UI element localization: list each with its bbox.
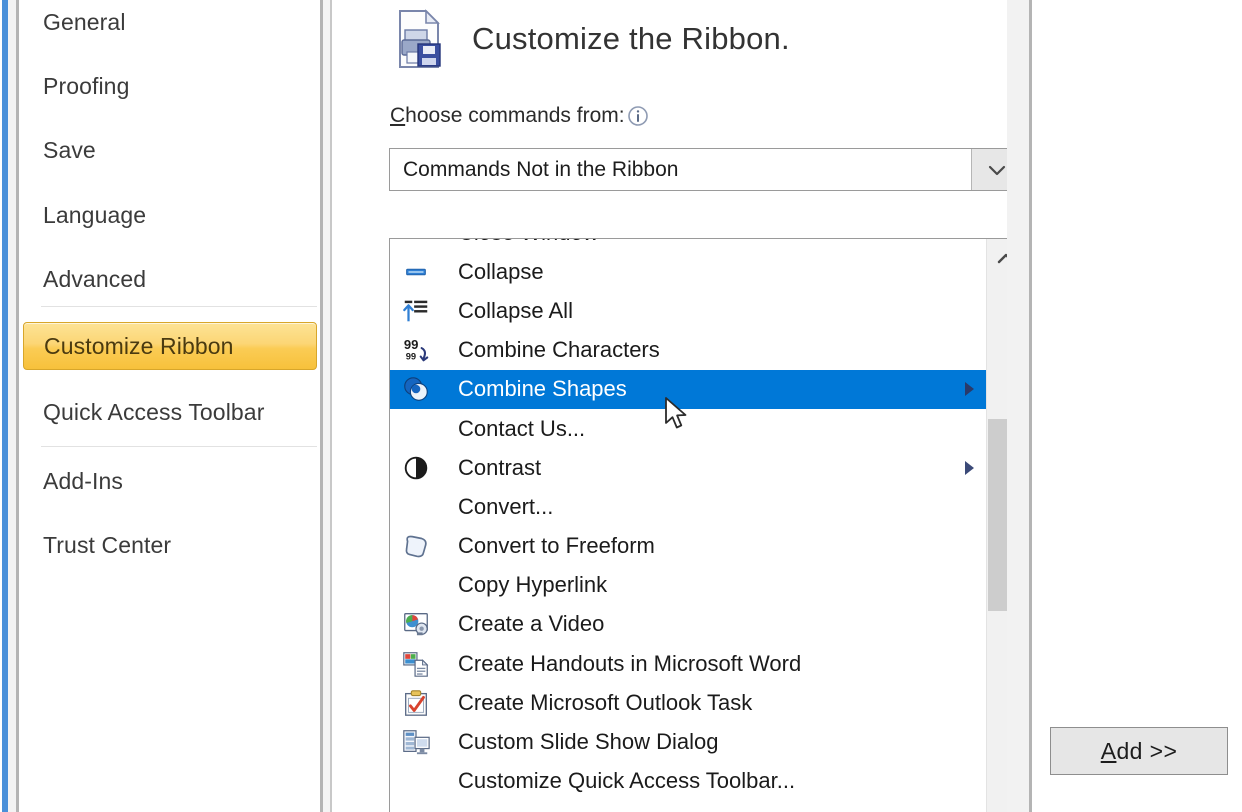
sidebar-item-label: Advanced <box>43 265 147 292</box>
sidebar-item-label: Trust Center <box>43 531 172 558</box>
sidebar-item-label: Save <box>43 136 96 163</box>
sidebar-item-label: General <box>43 8 126 35</box>
choose-commands-label: Choose commands from: <box>390 104 625 128</box>
sidebar-item-trust-center[interactable]: Trust Center <box>23 523 320 567</box>
add-button-label: dd >> <box>1116 737 1178 764</box>
commands-listbox[interactable]: Close Window Collapse Collapse All 9999 Comb… <box>389 238 1025 812</box>
list-item-label: Create Microsoft Outlook Task <box>458 689 753 715</box>
list-item-label: Contrast <box>458 454 542 480</box>
customize-ribbon-pane: Customize the Ribbon. Choose commands fr… <box>332 0 1242 812</box>
create-video-icon <box>395 608 437 640</box>
sidebar-item-proofing[interactable]: Proofing <box>23 64 320 108</box>
no-icon-placeholder <box>395 491 437 523</box>
choose-commands-from-select[interactable]: Commands Not in the Ribbon <box>389 148 1023 191</box>
sidebar-item-label: Add-Ins <box>43 467 123 494</box>
list-item-label: Combine Shapes <box>458 376 627 402</box>
outlook-task-icon <box>395 687 437 719</box>
list-item-label: Create a Video <box>458 611 605 637</box>
window-edge-filler <box>8 0 16 812</box>
no-icon-placeholder <box>395 413 437 445</box>
add-button[interactable]: Add >> <box>1050 727 1228 775</box>
choose-label-rest: hoose commands from: <box>405 104 625 127</box>
right-rail-border <box>1029 0 1032 812</box>
list-item[interactable]: 99 99 Combine Characters <box>390 331 988 370</box>
convert-to-freeform-icon <box>395 530 437 562</box>
sidebar-separator <box>41 306 317 307</box>
choose-accel-char: C <box>390 104 406 127</box>
no-icon-placeholder <box>395 765 437 797</box>
sidebar-item-language[interactable]: Language <box>23 193 320 237</box>
list-item[interactable]: Collapse All <box>390 291 988 330</box>
list-item[interactable]: Close Window <box>390 239 988 252</box>
right-rail-filler <box>1007 0 1029 812</box>
list-item-label: Combine Characters <box>458 337 660 363</box>
list-item-label: Collapse All <box>458 297 573 323</box>
sidebar-item-label: Language <box>43 201 147 228</box>
list-item-label: Contact Us... <box>458 415 586 441</box>
list-item[interactable]: Contrast <box>390 448 988 487</box>
contrast-icon <box>395 452 437 484</box>
collapse-all-icon <box>395 295 437 327</box>
pane-header: Customize the Ribbon. <box>390 8 790 70</box>
svg-text:99: 99 <box>406 352 416 362</box>
list-item[interactable]: Contact Us... <box>390 409 988 448</box>
list-item-label: Customize Quick Access Toolbar... <box>458 768 796 794</box>
list-item-label: Convert to Freeform <box>458 533 655 559</box>
list-item[interactable]: Create Handouts in Microsoft Word <box>390 644 988 683</box>
sidebar-item-advanced[interactable]: Advanced <box>23 257 320 301</box>
list-item[interactable]: Combine Shapes <box>390 369 988 409</box>
list-item[interactable]: Collapse <box>390 252 988 291</box>
add-accel-char: A <box>1100 737 1117 764</box>
save-as-document-icon <box>390 8 450 70</box>
sidebar-item-customize-ribbon[interactable]: Customize Ribbon <box>23 322 317 370</box>
no-icon-placeholder <box>395 569 437 601</box>
choose-commands-label-row: Choose commands from: <box>390 104 649 128</box>
submenu-arrow-icon[interactable] <box>965 460 974 475</box>
combine-shapes-icon <box>395 373 437 405</box>
svg-text:99: 99 <box>404 337 419 352</box>
list-item[interactable]: Create a Video <box>390 605 988 644</box>
select-value: Commands Not in the Ribbon <box>403 157 679 181</box>
list-item[interactable]: Convert... <box>390 487 988 526</box>
list-item[interactable]: Convert to Freeform <box>390 527 988 566</box>
info-icon[interactable] <box>627 105 649 127</box>
list-item[interactable]: Custom Slide Show Dialog <box>390 722 988 761</box>
list-item-label: Close Window <box>458 239 599 246</box>
sidebar-item-add-ins[interactable]: Add-Ins <box>23 459 320 503</box>
options-dialog: General Proofing Save Language Advanced Custo… <box>0 0 1242 812</box>
sidebar-separator <box>41 446 317 447</box>
sidebar-item-general[interactable]: General <box>23 0 320 44</box>
list-item-label: Copy Hyperlink <box>458 572 608 598</box>
list-item[interactable]: Customize Quick Access Toolbar... <box>390 762 988 801</box>
combine-characters-icon: 99 99 <box>395 334 437 366</box>
options-category-sidebar: General Proofing Save Language Advanced Custo… <box>23 0 320 812</box>
pane-divider-filler <box>323 0 330 812</box>
sidebar-item-label: Proofing <box>43 72 130 99</box>
list-item[interactable]: Create Microsoft Outlook Task <box>390 683 988 722</box>
list-item-label: Custom Slide Show Dialog <box>458 729 719 755</box>
list-item-label: Create Handouts in Microsoft Word <box>458 650 802 676</box>
create-handouts-icon <box>395 648 437 680</box>
collapse-icon <box>395 256 437 288</box>
close-window-icon <box>395 239 437 249</box>
list-item-label: Convert... <box>458 493 554 519</box>
sidebar-item-quick-access-toolbar[interactable]: Quick Access Toolbar <box>23 390 320 434</box>
sidebar-item-label: Customize Ribbon <box>44 332 234 359</box>
sidebar-item-save[interactable]: Save <box>23 128 320 172</box>
custom-slide-show-icon <box>395 726 437 758</box>
sidebar-item-label: Quick Access Toolbar <box>43 398 265 425</box>
list-item[interactable]: Copy Hyperlink <box>390 566 988 605</box>
submenu-arrow-icon[interactable] <box>965 382 974 397</box>
list-item-label: Collapse <box>458 258 544 284</box>
page-title: Customize the Ribbon. <box>472 21 790 56</box>
